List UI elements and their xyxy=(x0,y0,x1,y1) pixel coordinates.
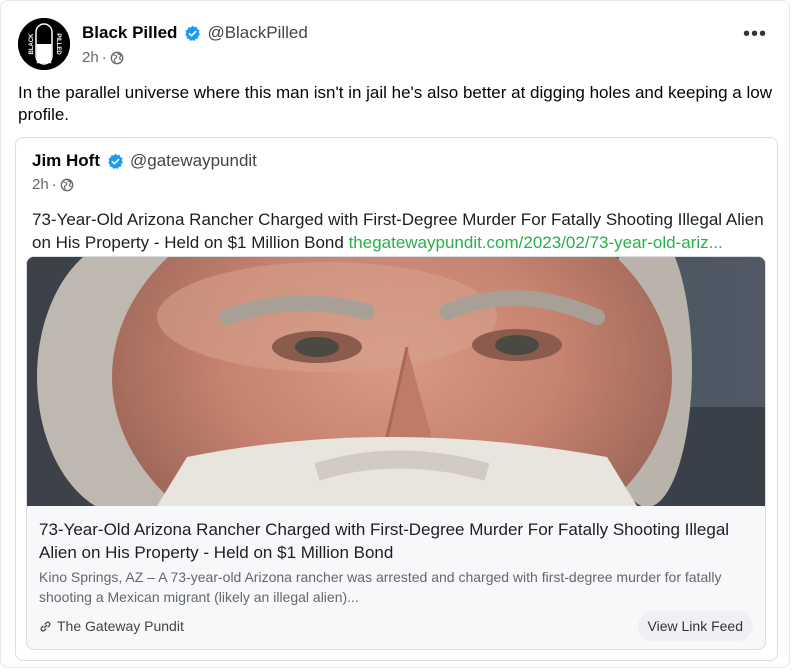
view-link-feed-button[interactable]: View Link Feed xyxy=(637,611,753,641)
author-row: Black Pilled @BlackPilled xyxy=(82,23,308,43)
post-time[interactable]: 2h xyxy=(82,49,99,66)
card-source[interactable]: The Gateway Pundit xyxy=(39,618,184,634)
svg-text:PILLED: PILLED xyxy=(55,33,61,55)
meta-separator: · xyxy=(51,176,57,193)
author-name[interactable]: Black Pilled xyxy=(82,23,177,43)
globe-icon xyxy=(60,178,74,191)
more-options-button[interactable]: ••• xyxy=(741,23,769,45)
quoted-time[interactable]: 2h xyxy=(32,176,49,193)
article-photo[interactable] xyxy=(27,257,765,506)
meta-separator: · xyxy=(101,49,107,66)
verified-badge-icon xyxy=(108,153,123,169)
article-photo-image xyxy=(27,257,765,506)
svg-text:BLACK: BLACK xyxy=(29,33,35,55)
quoted-author-handle[interactable]: @gatewaypundit xyxy=(130,151,257,171)
black-pilled-logo-icon: BLACK PILLED xyxy=(18,18,70,70)
link-chain-icon xyxy=(40,621,51,631)
author-handle[interactable]: @BlackPilled xyxy=(207,23,307,43)
globe-icon xyxy=(110,51,124,64)
post-meta: 2h · xyxy=(82,49,124,66)
verified-badge-icon xyxy=(185,25,201,41)
quoted-author-row: Jim Hoft @gatewaypundit xyxy=(32,151,257,171)
quoted-link[interactable]: thegatewaypundit.com/2023/02/73-year-old… xyxy=(349,233,723,252)
more-options-icon: ••• xyxy=(742,22,767,45)
card-description: Kino Springs, AZ – A 73-year-old Arizona… xyxy=(39,569,722,605)
card-title[interactable]: 73-Year-Old Arizona Rancher Charged with… xyxy=(39,518,754,564)
card-source-label: The Gateway Pundit xyxy=(57,618,184,634)
quoted-post[interactable]: Jim Hoft @gatewaypundit 2h · 73-Year-Old… xyxy=(15,137,778,661)
quoted-author-name[interactable]: Jim Hoft xyxy=(32,151,100,171)
quoted-text: 73-Year-Old Arizona Rancher Charged with… xyxy=(32,208,767,254)
link-preview-card[interactable]: 73-Year-Old Arizona Rancher Charged with… xyxy=(26,256,766,650)
post-text: In the parallel universe where this man … xyxy=(18,83,772,124)
quoted-meta: 2h · xyxy=(32,176,74,193)
author-avatar[interactable]: BLACK PILLED xyxy=(18,18,70,70)
post-card: BLACK PILLED Black Pilled @BlackPilled 2… xyxy=(0,0,790,668)
